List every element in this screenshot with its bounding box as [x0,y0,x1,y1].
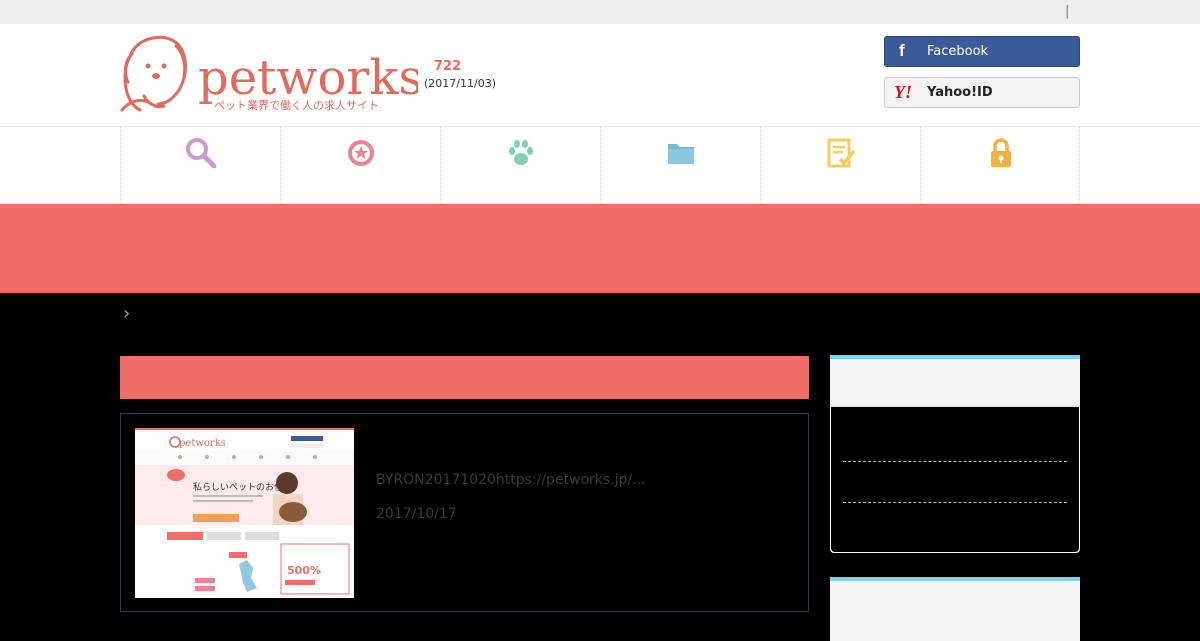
main-nav [0,127,1200,204]
topbar-separator: | [1065,4,1070,19]
sidebar-widget-body [831,407,1079,552]
update-date: (2017/11/03) [424,77,496,90]
svg-text:500%: 500% [287,564,321,577]
article-date: 2017/10/17 [376,506,457,522]
facebook-login-button[interactable]: f Facebook [884,36,1080,67]
top-utility-bar: | [0,0,1200,24]
paw-icon [509,140,533,165]
nav-item-pets[interactable] [440,127,600,204]
site-logo[interactable]: petworks ペット業界で働く人の求人サイト [118,32,423,122]
page-title-band [0,204,1200,293]
article-title[interactable]: BYRON20171020https://petworks.jp/... [376,472,646,488]
yahoo-icon: Y! [894,82,912,102]
sidebar-widget-2 [830,577,1080,641]
sidebar-widget-2-header [830,581,1080,641]
logo-tagline: ペット業界で働く人の求人サイト [214,99,379,112]
logo-wordmark: petworks [198,50,418,106]
nav-item-checklist[interactable] [760,127,920,204]
job-count: 722 [434,59,462,74]
search-icon [186,138,217,169]
facebook-login-label: Facebook [927,44,989,59]
article-thumbnail[interactable]: petworks 私らしいペットのお仕事 500% [135,428,354,598]
breadcrumb: › [123,303,130,324]
nav-item-search[interactable] [120,127,280,204]
yahoo-login-label: Yahoo!ID [927,85,993,100]
section-heading-bar [120,356,809,399]
sidebar-divider [843,461,1067,462]
nav-item-folder[interactable] [600,127,760,204]
facebook-icon: f [899,41,905,60]
sidebar-widget [830,355,1080,553]
dog-mascot-icon: petworks ペット業界で働く人の求人サイト [120,35,423,112]
checklist-icon [827,138,856,168]
sidebar-divider [843,502,1067,503]
nav-item-lock[interactable] [920,127,1080,204]
yahoo-login-button[interactable]: Y! Yahoo!ID [884,77,1080,108]
chevron-right-icon[interactable]: › [123,303,130,324]
thumbnail-image: petworks 私らしいペットのお仕事 500% [135,428,354,598]
site-header: petworks ペット業界で働く人の求人サイト 722 (2017/11/03… [0,24,1200,127]
folder-icon [668,144,694,164]
sidebar-widget-header [830,359,1080,407]
svg-text:petworks: petworks [179,438,226,449]
article-card[interactable]: petworks 私らしいペットのお仕事 500% BYRON20171020h… [120,413,809,612]
lock-icon [991,138,1011,167]
nav-item-featured[interactable] [280,127,440,204]
badge-star-icon [348,140,374,166]
